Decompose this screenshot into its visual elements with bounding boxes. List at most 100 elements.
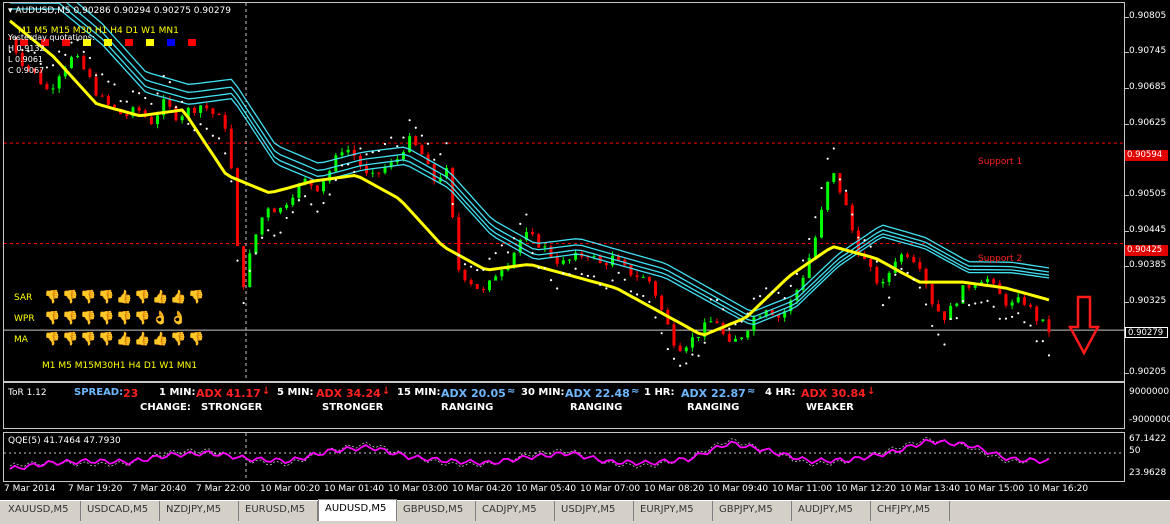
yesterday-quotations: Yesterday quotations: H 0.9132 L 0.9061 … [8, 32, 95, 76]
candle [365, 161, 369, 176]
candle [899, 252, 903, 265]
candle [377, 172, 381, 178]
candle [242, 246, 246, 290]
tor-change-value: RANGING [441, 402, 494, 413]
tab-eurusd-m5[interactable]: EURUSD,M5 [239, 501, 318, 521]
candle [211, 107, 215, 118]
timeframe-dot [188, 39, 196, 46]
candle [801, 274, 805, 292]
price-axis[interactable]: 0.908050.907450.906850.906250.905650.905… [1125, 2, 1170, 382]
candle [199, 104, 203, 118]
ranging-icon: ≈ [631, 386, 640, 397]
qqe-indicator-pane[interactable]: QQE(5) 41.7464 47.7930 [3, 432, 1125, 482]
timeframe-dot [146, 39, 154, 46]
tor-adx-value: ADX 30.84 [801, 387, 866, 400]
yesterday-close: C 0.9067 [8, 66, 45, 75]
candle [488, 280, 492, 293]
yesterday-high: H 0.9132 [8, 44, 45, 53]
tab-usdcad-m5[interactable]: USDCAD,M5 [81, 501, 160, 521]
tor-indicator-pane[interactable]: ToR 1.12 SPREAD: 23 CHANGE: 1 MIN: ADX 41… [3, 382, 1125, 429]
tor-adx-value: ADX 20.05 [441, 387, 506, 400]
time-axis[interactable]: 7 Mar 2014 7 Mar 19:20 7 Mar 20:40 7 Mar 22… [0, 482, 1125, 496]
candle [561, 256, 565, 266]
tor-adx-value: ADX 34.24 [316, 387, 381, 400]
chart-menu-icon[interactable]: ▾ [8, 6, 13, 16]
candle [334, 152, 338, 174]
main-chart-pane[interactable]: ▾ AUDUSD,M5 0.90286 0.90294 0.90275 0.90… [3, 2, 1125, 382]
qqe-line [9, 438, 1050, 471]
candle [703, 318, 707, 341]
tor-frame-label: 15 MIN: [397, 387, 441, 398]
trend-down-icon: ↓ [382, 386, 391, 397]
candle [1010, 299, 1014, 310]
candle [672, 322, 676, 348]
tor-frame-label: 1 MIN: [159, 387, 196, 398]
price-label: 0.90805 [1129, 10, 1167, 21]
candle [850, 203, 854, 234]
support-1-price-box: 0.90594 [1125, 150, 1168, 161]
candle [949, 302, 953, 320]
thumbs-down-icon: 👎 [98, 290, 115, 305]
candle [137, 105, 141, 115]
candle [826, 181, 830, 212]
time-label: 10 Mar 08:20 [644, 484, 705, 494]
candle [813, 235, 817, 259]
thumbs-down-icon: 👎 [62, 332, 79, 347]
candle [832, 172, 836, 184]
tab-cadjpy-m5[interactable]: CADJPY,M5 [476, 501, 555, 521]
spread-value: 23 [123, 387, 139, 400]
tab-audusd-m5[interactable]: AUDUSD,M5 [318, 499, 397, 521]
tab-chfjpy-m5[interactable]: CHFJPY,M5 [871, 501, 950, 521]
yesterday-low: L 0.9061 [8, 55, 43, 64]
timeframe-dot [104, 39, 112, 46]
signal-label-sar: SAR [14, 293, 33, 303]
timeframe-mn1: MN1 [158, 26, 179, 36]
candle [881, 278, 885, 288]
tab-usdjpy-m5[interactable]: USDJPY,M5 [555, 501, 634, 521]
candle [820, 206, 824, 239]
tor-change-value: RANGING [687, 402, 740, 413]
signal-label-wpr: WPR [14, 314, 35, 324]
price-label: 0.90685 [1129, 82, 1167, 93]
time-label: 7 Mar 20:40 [132, 484, 187, 494]
candle [272, 207, 276, 213]
tab-eurjpy-m5[interactable]: EURJPY,M5 [634, 501, 713, 521]
thumbs-down-icon: 👎 [134, 290, 151, 305]
tor-adx-value: ADX 22.48 [565, 387, 630, 400]
thumbs-down-icon: 👎 [62, 290, 79, 305]
time-label: 10 Mar 00:20 [260, 484, 321, 494]
candle [45, 81, 49, 91]
thumbs-down-icon: 👎 [80, 332, 97, 347]
tor-change-value: RANGING [570, 402, 623, 413]
current-price-box: 0.90279 [1125, 327, 1168, 338]
tab-nzdjpy-m5[interactable]: NZDJPY,M5 [160, 501, 239, 521]
price-label: 0.90505 [1129, 188, 1167, 199]
thumbs-up-icon: 👍 [134, 332, 151, 347]
timeframe-dot [125, 39, 133, 46]
sell-arrow-icon [1067, 295, 1101, 356]
ema-band-line [10, 3, 1050, 322]
tab-gbpjpy-m5[interactable]: GBPJPY,M5 [713, 501, 792, 521]
thumbs-down-icon: 👎 [80, 311, 97, 326]
candle [555, 252, 559, 267]
time-label: 10 Mar 04:20 [452, 484, 513, 494]
candle [1041, 319, 1045, 323]
candle [358, 153, 362, 170]
thumbs-down-icon: 👎 [62, 311, 79, 326]
candle [1004, 292, 1008, 308]
thumbs-up-icon: 👍 [152, 290, 169, 305]
candle [906, 252, 910, 259]
tab-audjpy-m5[interactable]: AUDJPY,M5 [792, 501, 871, 521]
thumbs-up-icon: 👍 [116, 290, 133, 305]
tor-adx-value: ADX 41.17 [196, 387, 261, 400]
candle [647, 276, 651, 284]
candle [887, 271, 891, 286]
tab-gbpusd-m5[interactable]: GBPUSD,M5 [397, 501, 476, 521]
candle [260, 217, 264, 237]
tab-xauusd-m5[interactable]: XAUUSD,M5 [2, 501, 81, 521]
candle [494, 274, 498, 281]
thumbs-down-icon: 👎 [188, 290, 205, 305]
price-label: 0.90745 [1129, 46, 1167, 57]
timeframe-d1: D1 [125, 26, 142, 36]
candle [955, 302, 959, 308]
